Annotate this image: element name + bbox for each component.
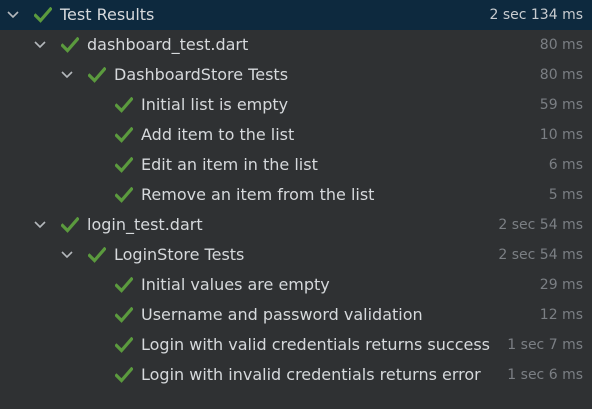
tree-row-test[interactable]: Login with valid credentials returns suc… <box>0 330 592 360</box>
duration: 12 ms <box>539 307 583 323</box>
tree-row-test-group[interactable]: DashboardStore Tests 80 ms <box>0 60 592 90</box>
check-icon <box>115 90 133 120</box>
duration: 10 ms <box>539 127 583 143</box>
duration: 2 sec 54 ms <box>498 247 583 263</box>
check-icon <box>34 0 52 30</box>
tree-row-test-file[interactable]: dashboard_test.dart 80 ms <box>0 30 592 60</box>
tree-row-label: Initial values are empty <box>141 275 330 294</box>
tree-row-test-group[interactable]: LoginStore Tests 2 sec 54 ms <box>0 240 592 270</box>
chevron-down-icon[interactable] <box>32 210 48 240</box>
check-icon <box>61 30 79 60</box>
check-icon <box>115 360 133 390</box>
duration: 2 sec 134 ms <box>489 7 583 23</box>
check-icon <box>115 270 133 300</box>
chevron-down-icon[interactable] <box>59 60 75 90</box>
tree-row-test[interactable]: Edit an item in the list 6 ms <box>0 150 592 180</box>
check-icon <box>88 240 106 270</box>
check-icon <box>61 210 79 240</box>
tree-row-test-file[interactable]: login_test.dart 2 sec 54 ms <box>0 210 592 240</box>
duration: 80 ms <box>539 67 583 83</box>
check-icon <box>115 120 133 150</box>
tree-row-test[interactable]: Username and password validation 12 ms <box>0 300 592 330</box>
duration: 1 sec 7 ms <box>507 337 583 353</box>
tree-row-label: Login with valid credentials returns suc… <box>141 335 491 354</box>
tree-row-test[interactable]: Initial list is empty 59 ms <box>0 90 592 120</box>
tree-row-test[interactable]: Add item to the list 10 ms <box>0 120 592 150</box>
duration: 1 sec 6 ms <box>507 367 583 383</box>
tree-row-test[interactable]: Login with invalid credentials returns e… <box>0 360 592 390</box>
check-icon <box>115 330 133 360</box>
tree-row-label: Username and password validation <box>141 305 423 324</box>
tree-row-label: dashboard_test.dart <box>87 35 249 54</box>
tree-row-label: Add item to the list <box>141 125 295 144</box>
tree-row-label: Initial list is empty <box>141 95 289 114</box>
tree-row-label: login_test.dart <box>87 215 203 234</box>
duration: 6 ms <box>548 157 583 173</box>
duration: 5 ms <box>548 187 583 203</box>
chevron-down-icon[interactable] <box>32 30 48 60</box>
duration: 59 ms <box>539 97 583 113</box>
tree-row-label: Edit an item in the list <box>141 155 318 174</box>
duration: 2 sec 54 ms <box>498 217 583 233</box>
tree-row-label: Remove an item from the list <box>141 185 375 204</box>
chevron-down-icon[interactable] <box>5 0 21 30</box>
check-icon <box>115 150 133 180</box>
test-results-tree: Test Results 2 sec 134 ms dashboard_test… <box>0 0 592 409</box>
check-icon <box>115 180 133 210</box>
tree-row-test[interactable]: Remove an item from the list 5 ms <box>0 180 592 210</box>
tree-row-test-results[interactable]: Test Results 2 sec 134 ms <box>0 0 592 30</box>
duration: 29 ms <box>539 277 583 293</box>
check-icon <box>115 300 133 330</box>
check-icon <box>88 60 106 90</box>
chevron-down-icon[interactable] <box>59 240 75 270</box>
duration: 80 ms <box>539 37 583 53</box>
tree-row-label: DashboardStore Tests <box>114 65 289 84</box>
tree-row-test[interactable]: Initial values are empty 29 ms <box>0 270 592 300</box>
tree-row-label: Login with invalid credentials returns e… <box>141 365 481 384</box>
tree-row-label: Test Results <box>60 5 155 24</box>
tree-row-label: LoginStore Tests <box>114 245 245 264</box>
